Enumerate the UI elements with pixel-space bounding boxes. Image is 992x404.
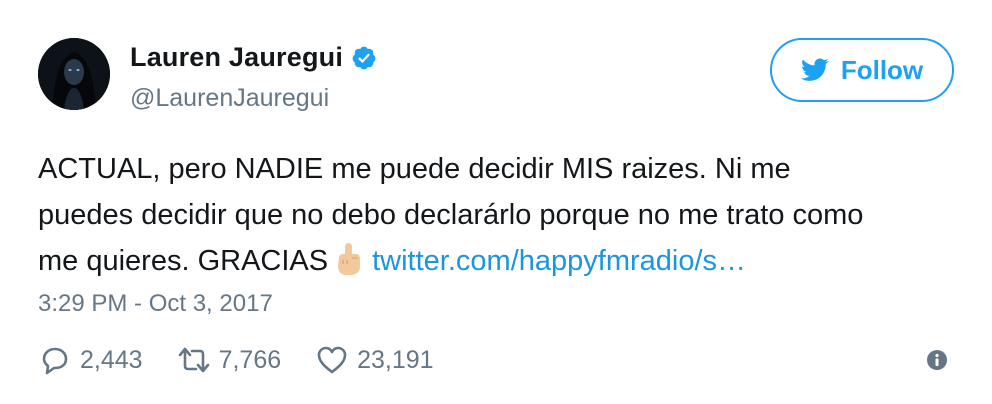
tweet-link[interactable]: twitter.com/happyfmradio/s… [372,245,746,277]
handle[interactable]: @LaurenJauregui [130,84,329,113]
tweet-actions: 2,443 7,766 23,191 [38,340,468,380]
middle-finger-emoji [338,243,361,275]
like-count: 23,191 [357,345,434,374]
tweet-text-line: ACTUAL, pero NADIE me puede decidir MIS … [38,153,791,185]
reply-button[interactable]: 2,443 [38,344,143,376]
tweet-text-line: puedes decidir que no debo declarárlo po… [38,199,864,231]
profile-photo [38,38,110,110]
reply-count: 2,443 [80,345,143,374]
like-button[interactable]: 23,191 [315,344,434,376]
info-icon[interactable] [926,349,948,371]
name-row: Lauren Jauregui [130,42,377,73]
follow-button[interactable]: Follow [770,38,954,102]
verified-badge-icon [352,46,376,69]
tweet-timestamp[interactable]: 3:29 PM - Oct 3, 2017 [38,290,273,318]
retweet-count: 7,766 [218,345,282,374]
follow-label: Follow [840,54,924,85]
retweet-icon [178,347,209,373]
tweet-text-line-last: me quieres. GRACIAS twitter.com/happyfmr… [38,238,968,284]
reply-icon [42,347,68,375]
display-name[interactable]: Lauren Jauregui [130,42,343,73]
avatar[interactable] [38,38,110,110]
heart-icon [317,346,347,374]
tweet-text: ACTUAL, pero NADIE me puede decidir MIS … [38,146,968,284]
twitter-bird-icon [800,58,829,81]
retweet-button[interactable]: 7,766 [177,344,282,376]
tweet-text-line: me quieres. GRACIAS [38,245,329,277]
